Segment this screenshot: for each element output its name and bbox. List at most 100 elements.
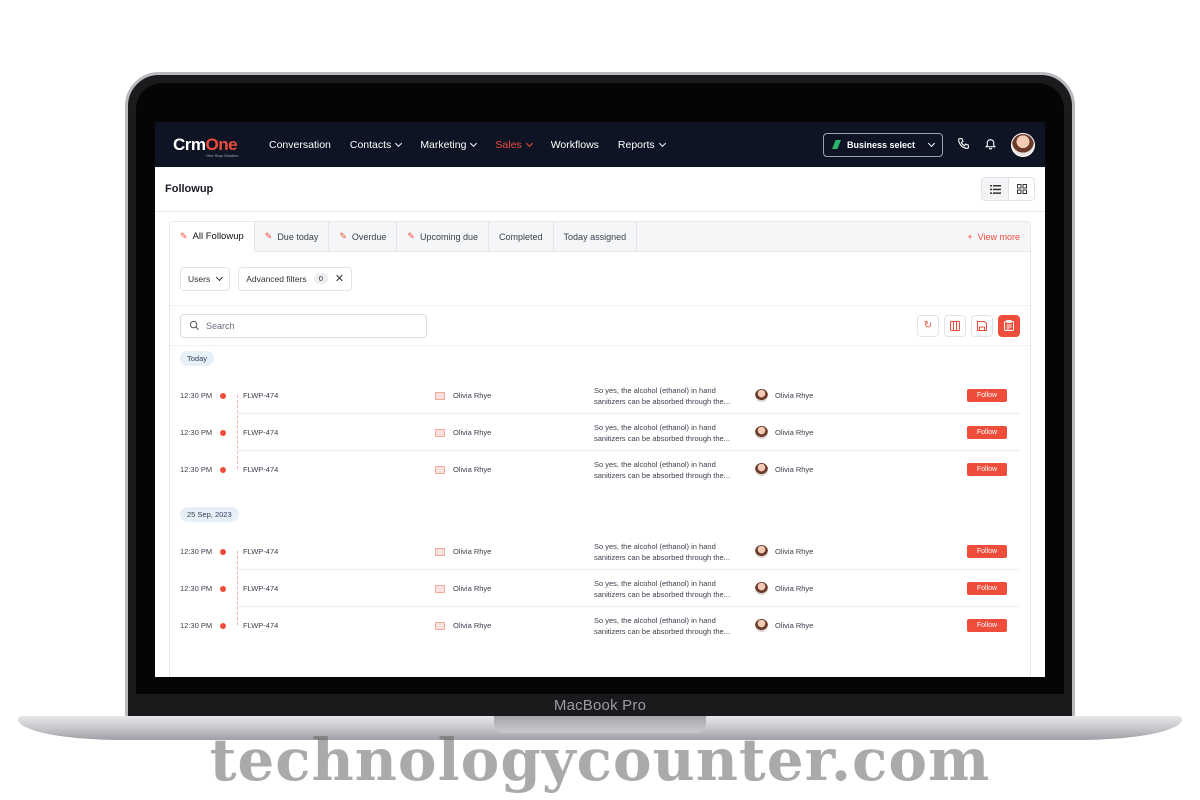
nav-item-label: Contacts <box>349 138 392 151</box>
row-description-line: sanitizers can be absorbed through the..… <box>594 626 730 636</box>
avatar <box>755 463 768 476</box>
row-assignee: Olivia Rhye <box>775 584 814 593</box>
logo-text-b: One <box>205 134 238 154</box>
row-description-line: So yes, the alcohol (ethanol) in hand <box>594 615 716 625</box>
row-assignee: Olivia Rhye <box>775 465 814 474</box>
user-avatar[interactable] <box>1011 132 1035 157</box>
mail-icon <box>435 465 445 474</box>
filter-bar: Users Advanced filters 0 ✕ <box>170 252 1030 306</box>
nav-item-label: Workflows <box>550 138 599 151</box>
row-owner: Olivia Rhye <box>453 547 492 556</box>
row-code[interactable]: FLWP-474 <box>243 391 435 400</box>
list-item[interactable]: 12:30 PM FLWP-474 Olivia Rhye So yes, the a… <box>180 533 1020 570</box>
search-placeholder: Search <box>206 320 235 331</box>
tab-due-today[interactable]: ✎ Due today <box>255 222 330 251</box>
search-input[interactable]: Search <box>180 313 427 338</box>
list-item[interactable]: 12:30 PM FLWP-474 Olivia Rhye So yes, the a… <box>180 607 1020 644</box>
follow-button[interactable]: Follow <box>967 582 1007 595</box>
follow-button[interactable]: Follow <box>967 389 1007 402</box>
date-group-chip: 25 Sep, 2023 <box>180 507 239 522</box>
row-code[interactable]: FLWP-474 <box>243 547 435 556</box>
grid-icon <box>1016 184 1027 194</box>
grid-view-button[interactable] <box>1008 178 1034 200</box>
nav-right: Business select <box>823 132 1035 157</box>
row-description-line: sanitizers can be absorbed through the..… <box>594 396 730 406</box>
list-item[interactable]: 12:30 PM FLWP-474 Olivia Rhye So yes, the a… <box>180 414 1020 451</box>
row-code[interactable]: FLWP-474 <box>243 465 435 474</box>
tab-all-followup[interactable]: ✎ All Followup <box>170 222 255 252</box>
follow-button[interactable]: Follow <box>967 545 1007 558</box>
timeline-dot <box>220 466 226 473</box>
row-description-line: sanitizers can be absorbed through the..… <box>594 433 730 443</box>
tab-label: Today assigned <box>563 231 627 242</box>
columns-button[interactable] <box>944 314 966 337</box>
row-code[interactable]: FLWP-474 <box>243 621 435 630</box>
nav-item-label: Conversation <box>269 138 331 151</box>
row-description-line: So yes, the alcohol (ethanol) in hand <box>594 578 716 588</box>
tab-today-assigned[interactable]: Today assigned <box>554 222 638 251</box>
top-navbar: CrmOne One Stop Solution Conversation Con… <box>155 122 1045 167</box>
list-view-button[interactable] <box>982 178 1008 200</box>
clipboard-button[interactable] <box>998 314 1020 337</box>
nav-item-reports[interactable]: Reports <box>618 139 666 151</box>
refresh-button[interactable]: ↻ <box>917 314 939 337</box>
tab-upcoming-due[interactable]: ✎ Upcoming due <box>397 222 490 251</box>
phone-icon[interactable] <box>957 137 970 153</box>
users-filter-label: Users <box>188 273 211 284</box>
row-description-line: sanitizers can be absorbed through the..… <box>594 470 730 480</box>
row-code[interactable]: FLWP-474 <box>243 428 435 437</box>
search-row: Search ↻ <box>170 306 1030 346</box>
row-assignee: Olivia Rhye <box>775 621 814 630</box>
row-description: So yes, the alcohol (ethanol) in hand san… <box>594 615 755 637</box>
tab-overdue[interactable]: ✎ Overdue <box>329 222 398 251</box>
chevron-down-icon <box>927 139 936 147</box>
row-owner: Olivia Rhye <box>453 428 492 437</box>
logo-tagline: One Stop Solution <box>206 152 239 158</box>
row-owner: Olivia Rhye <box>453 391 492 400</box>
row-code[interactable]: FLWP-474 <box>243 584 435 593</box>
timeline-dot <box>220 548 226 555</box>
save-button[interactable] <box>971 314 993 337</box>
tab-label: Upcoming due <box>419 231 479 242</box>
follow-button[interactable]: Follow <box>967 463 1007 476</box>
app-screen: CrmOne One Stop Solution Conversation Con… <box>155 122 1045 677</box>
users-filter[interactable]: Users <box>180 266 231 291</box>
row-description-line: sanitizers can be absorbed through the..… <box>594 589 730 599</box>
view-more-button[interactable]: + View more <box>967 222 1030 251</box>
chevron-down-icon <box>525 139 533 147</box>
row-owner: Olivia Rhye <box>453 584 492 593</box>
list-item[interactable]: 12:30 PM FLWP-474 Olivia Rhye So yes, the a… <box>180 377 1020 414</box>
save-icon <box>977 320 987 331</box>
nav-item-sales[interactable]: Sales <box>495 139 533 151</box>
tab-completed[interactable]: Completed <box>489 222 554 251</box>
timeline-dot <box>220 429 226 436</box>
nav-item-conversation[interactable]: Conversation <box>269 139 331 151</box>
row-description: So yes, the alcohol (ethanol) in hand san… <box>594 541 755 563</box>
row-description-line: So yes, the alcohol (ethanol) in hand <box>594 459 716 469</box>
laptop-brand: MacBook Pro <box>553 697 647 714</box>
page-header: Followup <box>155 167 1045 212</box>
nav-item-contacts[interactable]: Contacts <box>349 138 403 151</box>
row-owner: Olivia Rhye <box>453 621 492 630</box>
row-assignee: Olivia Rhye <box>775 391 814 400</box>
follow-button[interactable]: Follow <box>967 426 1007 439</box>
follow-button[interactable]: Follow <box>967 619 1007 632</box>
timeline-dot <box>220 392 226 399</box>
row-time: 12:30 PM <box>180 584 213 593</box>
advanced-filters[interactable]: Advanced filters 0 ✕ <box>238 266 353 291</box>
list-item[interactable]: 12:30 PM FLWP-474 Olivia Rhye So yes, the a… <box>180 570 1020 607</box>
tab-label: Due today <box>277 231 319 242</box>
timeline-dot <box>220 622 226 629</box>
crmone-logo[interactable]: CrmOne One Stop Solution <box>173 134 269 158</box>
list-item[interactable]: 12:30 PM FLWP-474 Olivia Rhye So yes, the a… <box>180 451 1020 488</box>
followup-panel: ✎ All Followup ✎ Due today ✎ Overdue ✎ Upcoming… <box>169 221 1031 677</box>
mail-icon <box>435 547 445 556</box>
view-more-label: View more <box>977 231 1020 242</box>
row-description: So yes, the alcohol (ethanol) in hand san… <box>594 459 755 481</box>
business-select[interactable]: Business select <box>823 132 943 157</box>
chevron-down-icon <box>216 273 224 281</box>
close-icon[interactable]: ✕ <box>335 272 344 285</box>
nav-item-marketing[interactable]: Marketing <box>420 139 478 151</box>
bell-icon[interactable] <box>984 137 997 153</box>
nav-item-workflows[interactable]: Workflows <box>551 139 599 151</box>
